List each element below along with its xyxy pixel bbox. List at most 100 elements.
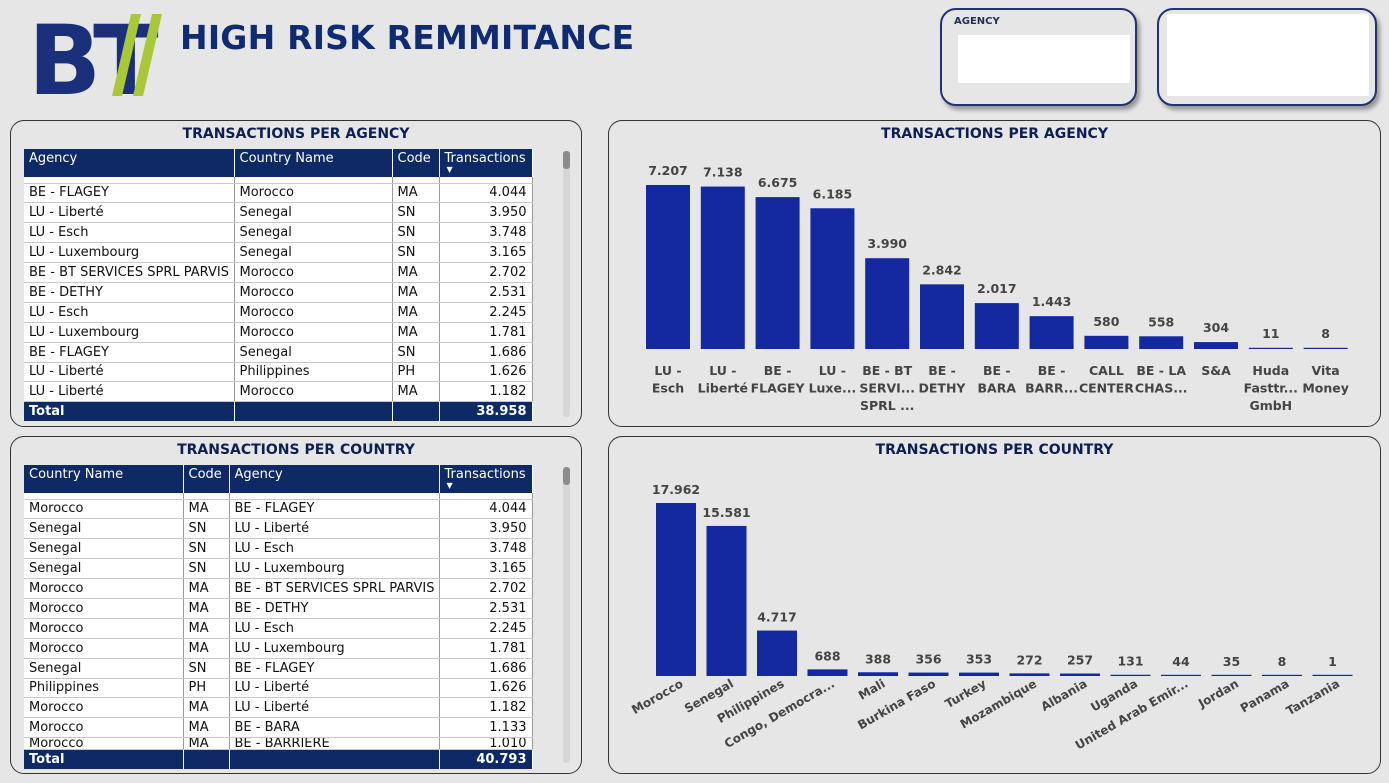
table-cell: SN: [183, 538, 230, 560]
country-bar[interactable]: [959, 672, 999, 676]
country-table-scrollbar[interactable]: [563, 467, 570, 763]
table-row[interactable]: Morocco MA LU - Liberté 1.182: [24, 697, 533, 719]
agency-bar[interactable]: [1139, 336, 1184, 349]
country-bar[interactable]: [706, 525, 747, 676]
table-cell: 1.010: [439, 737, 533, 751]
agency-bar[interactable]: [1303, 347, 1348, 349]
country-bar[interactable]: [1312, 674, 1353, 676]
column-header-code[interactable]: Code: [183, 465, 230, 493]
table-row[interactable]: Senegal SN BE - FLAGEY 1.686: [24, 658, 533, 679]
agency-table-scroll-thumb[interactable]: [563, 151, 570, 169]
table-row[interactable]: BE - BT SERVICES SPRL PARVIS Morocco MA 2.7…: [24, 262, 533, 283]
country-category-label: Jordan: [1195, 676, 1241, 711]
total-empty-cell: [229, 749, 440, 769]
agency-bar[interactable]: [700, 186, 745, 349]
table-row[interactable]: BE - FLAGEY Morocco MA 4.044: [24, 183, 533, 204]
country-bar[interactable]: [1009, 673, 1050, 676]
table-cell: Senegal: [234, 202, 393, 224]
agency-table-scrollbar[interactable]: [563, 151, 570, 417]
secondary-slicer[interactable]: [1157, 8, 1377, 106]
country-bar-value-label: 15.581: [702, 505, 750, 520]
agency-category-label: SERVI...: [859, 381, 915, 396]
agency-slicer-dropdown[interactable]: [958, 35, 1130, 83]
table-cell: Senegal: [24, 518, 184, 540]
table-cell: MA: [183, 578, 230, 599]
table-row[interactable]: Morocco MA BE - FLAGEY 4.044: [24, 499, 533, 520]
country-bar[interactable]: [1060, 673, 1100, 676]
agency-bar[interactable]: [865, 258, 910, 349]
table-cell: Philippines: [234, 362, 393, 383]
table-cell: LU - Liberté: [229, 678, 440, 699]
table-row[interactable]: Morocco MA BE - BT SERVICES SPRL PARVIS 2.7…: [24, 578, 533, 599]
country-table-scroll-thumb[interactable]: [563, 467, 570, 485]
country-bar[interactable]: [1110, 674, 1151, 676]
agency-bar[interactable]: [1084, 335, 1129, 349]
table-cell: Morocco: [234, 183, 393, 204]
country-category-label: Morocco: [629, 676, 685, 717]
table-row[interactable]: LU - Liberté Morocco MA 1.182: [24, 381, 533, 403]
agency-bar[interactable]: [755, 197, 800, 349]
agency-bar-value-label: 558: [1148, 314, 1174, 329]
table-cell: Morocco: [24, 499, 184, 520]
table-row[interactable]: Morocco MA BE - BARA 1.133: [24, 717, 533, 739]
table-row[interactable]: BE - FLAGEY Senegal SN 1.686: [24, 342, 533, 363]
table-row[interactable]: LU - Liberté Senegal SN 3.950: [24, 202, 533, 224]
column-header-transactions[interactable]: Transactions ▼: [439, 465, 533, 493]
table-cell: LU - Liberté: [229, 518, 440, 540]
country-bar[interactable]: [807, 669, 848, 676]
agency-slicer[interactable]: AGENCY: [940, 8, 1137, 106]
column-header-transactions-label: Transactions: [444, 151, 526, 166]
table-row[interactable]: Senegal SN LU - Liberté 3.950: [24, 518, 533, 540]
agency-category-label: CALL: [1089, 363, 1124, 378]
agency-bar[interactable]: [1194, 342, 1238, 349]
country-bar[interactable]: [757, 630, 797, 676]
agency-table: Agency Country Name Code Transactions ▼ B…: [24, 149, 533, 421]
agency-bar[interactable]: [1029, 316, 1074, 349]
bt-logo: BT: [28, 12, 166, 98]
country-bar[interactable]: [908, 672, 949, 676]
table-cell: Philippines: [24, 678, 184, 699]
secondary-slicer-box[interactable]: [1167, 14, 1369, 96]
table-cell: Morocco: [24, 717, 184, 739]
total-empty-cell: [392, 401, 440, 421]
column-header-code[interactable]: Code: [392, 149, 440, 177]
agency-category-label: SPRL ...: [860, 398, 914, 413]
table-row[interactable]: LU - Esch Senegal SN 3.748: [24, 222, 533, 244]
country-bar[interactable]: [1161, 674, 1201, 676]
table-row[interactable]: BE - DETHY Morocco MA 2.531: [24, 282, 533, 303]
table-row[interactable]: Morocco MA BE - BARRIÈRE 1.010: [24, 737, 533, 751]
table-row[interactable]: Morocco MA BE - DETHY 2.531: [24, 598, 533, 619]
table-row[interactable]: LU - Luxembourg Senegal SN 3.165: [24, 242, 533, 264]
column-header-agency[interactable]: Agency: [24, 149, 235, 177]
column-header-transactions[interactable]: Transactions ▼: [439, 149, 533, 177]
agency-bar[interactable]: [1248, 347, 1293, 349]
country-bar[interactable]: [1211, 674, 1252, 676]
agency-bar[interactable]: [920, 284, 964, 349]
table-row[interactable]: Philippines PH LU - Liberté 1.626: [24, 678, 533, 699]
table-cell: Morocco: [234, 322, 393, 343]
table-row[interactable]: LU - Luxembourg Morocco MA 1.781: [24, 322, 533, 343]
table-row[interactable]: Morocco MA LU - Luxembourg 1.781: [24, 638, 533, 659]
table-cell: MA: [392, 262, 440, 283]
table-cell: Morocco: [234, 302, 393, 323]
agency-category-label: LU -: [654, 363, 681, 378]
country-bar[interactable]: [656, 503, 696, 676]
country-bar[interactable]: [858, 672, 898, 676]
table-row[interactable]: LU - Esch Morocco MA 2.245: [24, 302, 533, 323]
table-cell: MA: [183, 717, 230, 739]
table-row[interactable]: Morocco MA LU - Esch 2.245: [24, 618, 533, 639]
column-header-country-name[interactable]: Country Name: [24, 465, 184, 493]
table-row[interactable]: Senegal SN LU - Esch 3.748: [24, 538, 533, 560]
table-cell: BE - BARA: [229, 717, 440, 739]
agency-bar[interactable]: [810, 208, 855, 349]
table-cell: 1.182: [439, 381, 533, 403]
agency-bar[interactable]: [974, 303, 1019, 349]
column-header-country-name[interactable]: Country Name: [234, 149, 393, 177]
agency-bar[interactable]: [646, 185, 690, 349]
table-cell: LU - Esch: [24, 222, 235, 244]
country-bar[interactable]: [1262, 674, 1302, 676]
table-row[interactable]: LU - Liberté Philippines PH 1.626: [24, 362, 533, 383]
country-chart-panel: TRANSACTIONS PER COUNTRY 17.962 Morocco 15…: [608, 436, 1381, 774]
table-row[interactable]: Senegal SN LU - Luxembourg 3.165: [24, 558, 533, 580]
column-header-agency[interactable]: Agency: [229, 465, 440, 493]
